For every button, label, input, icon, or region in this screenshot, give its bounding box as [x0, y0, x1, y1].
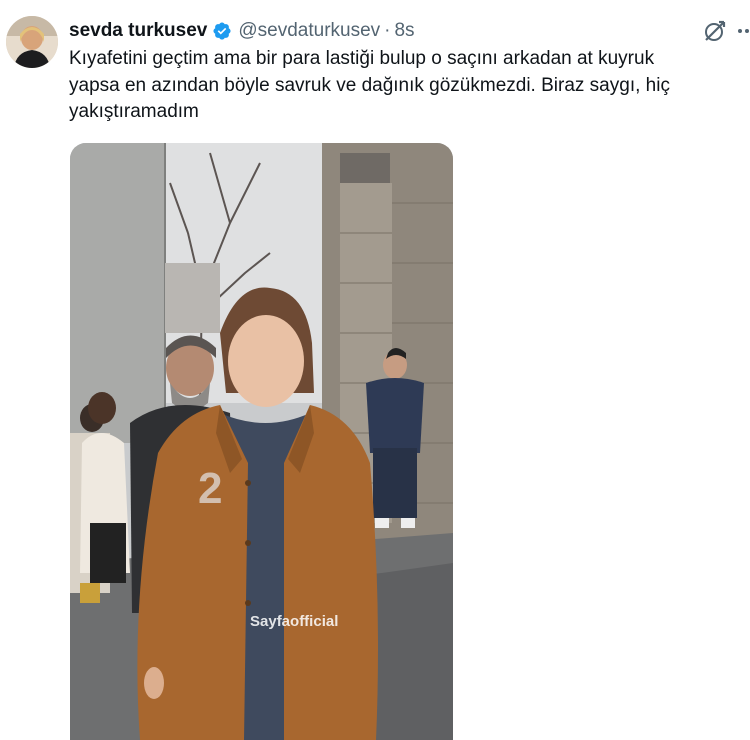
author-display-name[interactable]: sevda turkusev [69, 20, 207, 42]
tweet-header: sevda turkusev @sevdaturkusev · 8s [69, 18, 415, 44]
verified-badge-icon [212, 21, 232, 41]
more-icon[interactable] [736, 20, 750, 42]
tweet-text: Kıyafetini geçtim ama bir para lastiği b… [69, 46, 729, 126]
tweet-text-line-3: yakıştıramadım [69, 101, 199, 122]
grok-icon[interactable] [702, 18, 728, 44]
separator-dot: · [384, 20, 391, 41]
avatar[interactable] [6, 16, 58, 68]
avatar-image [6, 16, 58, 68]
media-watermark: Sayfaofficial [250, 613, 339, 630]
tweet-card[interactable]: sevda turkusev @sevdaturkusev · 8s Kıyaf… [0, 0, 750, 740]
svg-text:2: 2 [198, 464, 222, 513]
author-handle[interactable]: @sevdaturkusev [238, 20, 380, 42]
tweet-media-photo[interactable]: 2 Sayfaofficial [70, 143, 453, 740]
tweet-text-line-2: yapsa en azından böyle savruk ve dağınık… [69, 74, 670, 96]
photo-scene: 2 [70, 143, 453, 740]
tweet-timestamp[interactable]: 8s [394, 20, 414, 42]
tweet-text-line-1: Kıyafetini geçtim ama bir para lastiği b… [69, 48, 655, 69]
